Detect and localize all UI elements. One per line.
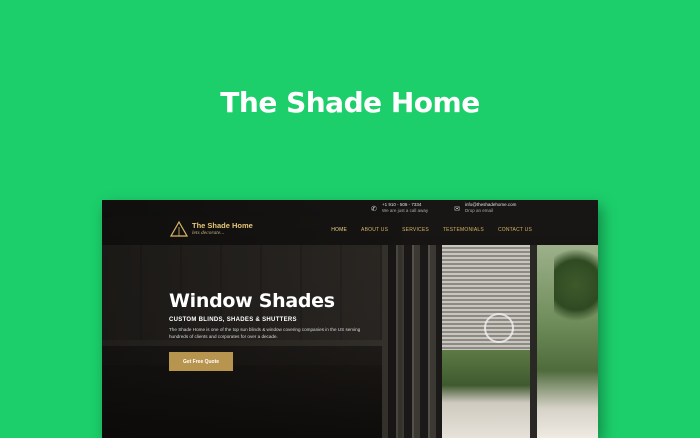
garden-view-image xyxy=(442,350,537,438)
hero-title: Window Shades xyxy=(169,290,335,312)
nav-home[interactable]: HOME xyxy=(331,227,347,233)
website-screenshot: ✆ +1 910 - 506 - 7334 We are just a call… xyxy=(102,200,598,438)
tree-image xyxy=(554,240,598,330)
hero-subtitle: CUSTOM BLINDS, SHADES & SHUTTERS xyxy=(169,317,297,323)
main-nav: HOME ABOUT US SERVICES TESTEMONIALS CONT… xyxy=(331,227,532,233)
email-contact[interactable]: ✉ info@theshadehome.com Drop an email xyxy=(453,202,516,214)
phone-contact[interactable]: ✆ +1 910 - 506 - 7334 We are just a call… xyxy=(370,202,428,214)
phone-caption: We are just a call away xyxy=(382,208,429,213)
logo-tagline: lets decorate... xyxy=(192,230,225,236)
phone-icon: ✆ xyxy=(371,205,377,213)
hero-description: The Shade Home is one of the top sun bli… xyxy=(169,327,361,339)
site-logo[interactable]: The Shade Home lets decorate... xyxy=(170,221,253,237)
hero-section: Window Shades CUSTOM BLINDS, SHADES & SH… xyxy=(169,290,399,340)
logo-name: The Shade Home xyxy=(192,221,253,230)
email-caption: Drop an email xyxy=(465,208,494,213)
nav-services[interactable]: SERVICES xyxy=(402,227,429,233)
nav-about-us[interactable]: ABOUT US xyxy=(361,227,388,233)
nav-testimonials[interactable]: TESTEMONIALS xyxy=(443,227,484,233)
top-contact-bar: ✆ +1 910 - 506 - 7334 We are just a call… xyxy=(102,200,598,217)
get-free-quote-button[interactable]: Get Free Quote xyxy=(169,352,233,371)
shade-ring-pull-image xyxy=(484,313,514,343)
logo-triangle-icon xyxy=(170,221,188,237)
window-pillar-image xyxy=(530,245,537,438)
nav-contact-us[interactable]: CONTACT US xyxy=(498,227,532,233)
page-heading: The Shade Home xyxy=(220,86,480,119)
site-header: The Shade Home lets decorate... HOME ABO… xyxy=(102,217,598,245)
mail-icon: ✉ xyxy=(454,205,460,213)
